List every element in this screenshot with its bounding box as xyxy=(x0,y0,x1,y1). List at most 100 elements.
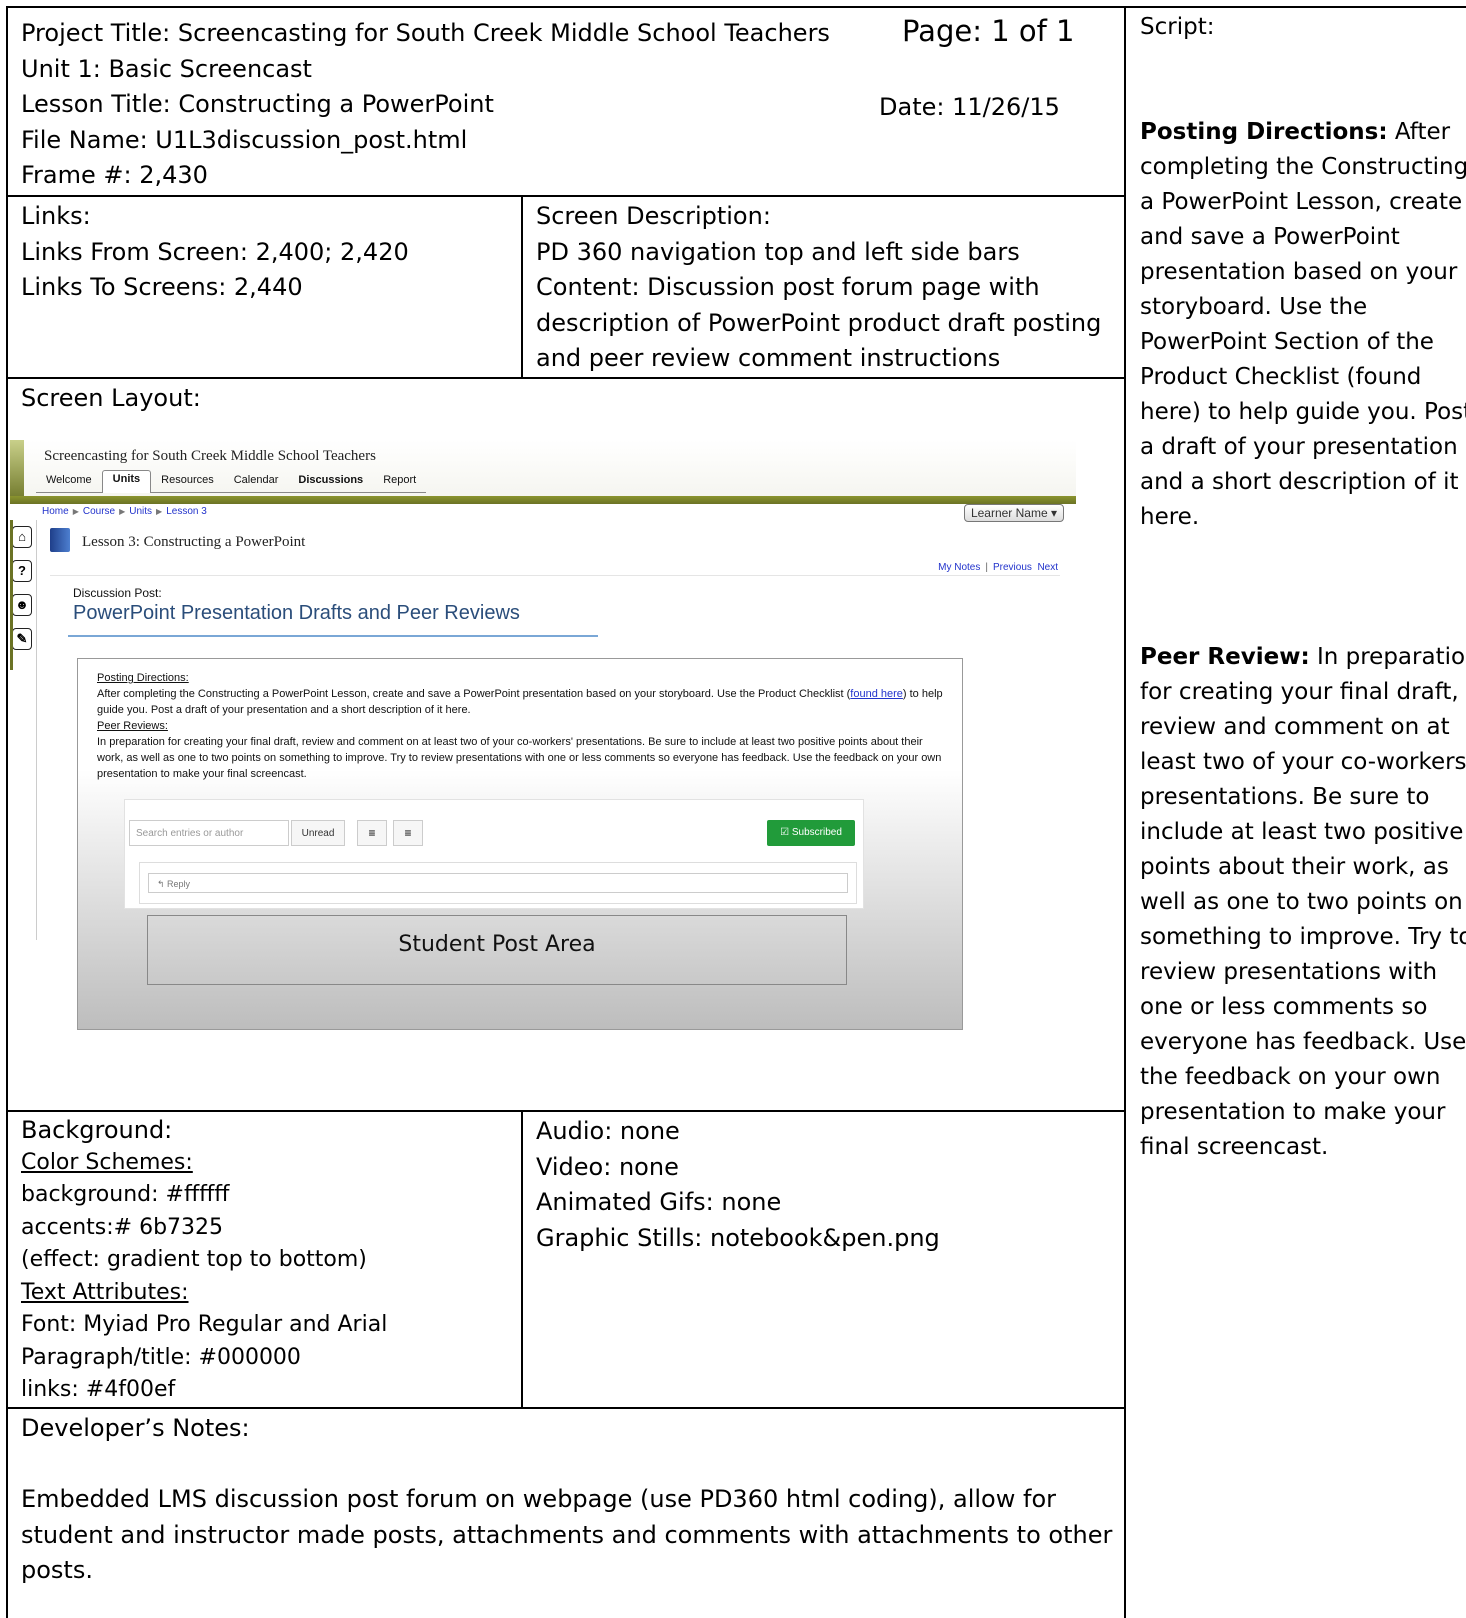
background-color: background: #ffffff xyxy=(21,1182,230,1207)
collapse-view-icon[interactable]: ≡ xyxy=(393,820,423,846)
script-line: least two of your co-workers’ xyxy=(1140,749,1466,775)
lesson-nav-links: My Notes | Previous Next xyxy=(938,562,1058,573)
script-line: presentation based on your xyxy=(1140,259,1458,285)
tab-welcome[interactable]: Welcome xyxy=(36,472,102,492)
search-input[interactable]: Search entries or author xyxy=(129,820,289,846)
tab-calendar[interactable]: Calendar xyxy=(224,472,289,492)
border-under-layout xyxy=(6,1110,1126,1112)
subscribed-button[interactable]: ☑ Subscribed xyxy=(767,820,855,846)
developer-notes-line: student and instructor made posts, attac… xyxy=(21,1520,1113,1549)
file-name: File Name: U1L3discussion_post.html xyxy=(21,125,468,154)
border-top xyxy=(6,6,1466,8)
screen-description-heading: Screen Description: xyxy=(536,202,771,230)
unit-label: Unit 1: Basic Screencast xyxy=(21,54,312,83)
reply-arrow-icon: ↰ xyxy=(157,879,168,889)
sidebar-accent-stripe xyxy=(10,520,13,670)
gradient-effect: (effect: gradient top to bottom) xyxy=(21,1247,367,1272)
screen-description-line: and peer review comment instructions xyxy=(536,344,1001,372)
script-line: for creating your final draft, xyxy=(1140,679,1459,705)
reply-box: ↰ Reply xyxy=(139,862,857,904)
my-notes-link[interactable]: My Notes xyxy=(938,562,980,573)
tab-report[interactable]: Report xyxy=(373,472,426,492)
script-line: presentations. Be sure to xyxy=(1140,784,1430,810)
accents-color: accents:# 6b7325 xyxy=(21,1214,224,1240)
subscribed-label: Subscribed xyxy=(791,827,842,838)
forum-panel: Search entries or author Unread ≡ ≡ ☑ Su… xyxy=(124,799,864,909)
gifs-label: Animated Gifs: none xyxy=(536,1188,782,1216)
breadcrumb-lesson[interactable]: Lesson 3 xyxy=(166,506,207,517)
previous-link[interactable]: Previous xyxy=(993,562,1032,573)
lesson-heading: Lesson 3: Constructing a PowerPoint xyxy=(82,534,306,550)
border-mid-media xyxy=(521,1110,523,1408)
student-post-area: Student Post Area xyxy=(147,915,847,985)
peer-review-line: Peer Review: In preparation xyxy=(1140,644,1466,670)
unread-button[interactable]: Unread xyxy=(291,820,345,846)
screen-description-line: Content: Discussion post forum page with xyxy=(536,273,1040,301)
tab-units[interactable]: Units xyxy=(101,470,152,493)
date-label: Date: 11/26/15 xyxy=(879,93,1060,121)
learner-name-dropdown[interactable]: Learner Name ▾ xyxy=(963,504,1064,522)
breadcrumb-separator-icon: ▶ xyxy=(72,507,79,516)
links-color: links: #4f00ef xyxy=(21,1377,176,1402)
mockup-accent-edge xyxy=(10,440,24,504)
notebook-icon xyxy=(50,528,70,552)
script-line: include at least two positive xyxy=(1140,819,1464,845)
video-label: Video: none xyxy=(536,1152,679,1181)
profile-icon[interactable]: ☻ xyxy=(12,594,32,616)
script-cell: Script: Posting Directions: After comple… xyxy=(1140,10,1466,1165)
forum-instructions: Posting Directions: After completing the… xyxy=(97,670,947,782)
mockup-sidebar: ⌂ ? ☻ ✎ xyxy=(10,520,32,670)
script-line: and a short description of it xyxy=(1140,469,1459,495)
script-spacer xyxy=(1140,80,1462,115)
audio-label: Audio: none xyxy=(536,1117,680,1145)
help-icon[interactable]: ? xyxy=(12,560,32,582)
posting-directions-heading: Posting Directions: xyxy=(97,672,189,684)
developer-notes-cell: Developer’s Notes: Embedded LMS discussi… xyxy=(21,1411,1121,1589)
script-spacer xyxy=(1140,570,1462,605)
border-mid-script xyxy=(1124,6,1126,1618)
reply-field[interactable]: ↰ Reply xyxy=(148,873,848,893)
breadcrumb-separator-icon: ▶ xyxy=(119,507,126,516)
screen-description-cell: Screen Description: PD 360 navigation to… xyxy=(536,199,1122,377)
script-line: points about their work, as xyxy=(1140,854,1449,880)
home-icon[interactable]: ⌂ xyxy=(12,526,32,548)
developer-notes-heading: Developer’s Notes: xyxy=(21,1414,250,1442)
screen-description-line: PD 360 navigation top and left side bars xyxy=(536,237,1020,266)
links-from: Links From Screen: 2,400; 2,420 xyxy=(21,237,409,266)
chat-icon[interactable]: ✎ xyxy=(12,628,32,650)
font-label: Font: Myiad Pro Regular and Arial xyxy=(21,1312,388,1337)
next-link[interactable]: Next xyxy=(1037,562,1058,573)
discussion-title-underline xyxy=(68,635,598,637)
page-number: Page: 1 of 1 xyxy=(902,14,1075,48)
links-cell: Links: Links From Screen: 2,400; 2,420 L… xyxy=(21,199,511,306)
mockup-nav-tabs: Welcome Units Resources Calendar Discuss… xyxy=(36,470,427,493)
discussion-forum: Posting Directions: After completing the… xyxy=(77,658,963,1030)
link-separator: | xyxy=(985,562,988,573)
discussion-label: Discussion Post: xyxy=(73,586,162,600)
border-left xyxy=(6,6,8,1618)
breadcrumb-home[interactable]: Home xyxy=(42,506,69,517)
border-under-header xyxy=(6,195,1126,197)
script-line: presentation to make your xyxy=(1140,1099,1446,1125)
script-line: a draft of your presentation xyxy=(1140,434,1458,460)
tab-resources[interactable]: Resources xyxy=(151,472,224,492)
developer-notes-line: posts. xyxy=(21,1556,93,1584)
tab-discussions[interactable]: Discussions xyxy=(288,472,373,492)
frame-number: Frame #: 2,430 xyxy=(21,161,208,189)
background-heading: Background: xyxy=(21,1116,173,1144)
found-here-link[interactable]: found here xyxy=(850,688,903,700)
script-line: everyone has feedback. Use xyxy=(1140,1029,1466,1055)
posting-directions-line: Posting Directions: After xyxy=(1140,119,1451,145)
screen-layout-heading: Screen Layout: xyxy=(21,384,201,412)
script-line: the feedback on your own xyxy=(1140,1064,1441,1090)
breadcrumb-course[interactable]: Course xyxy=(83,506,115,517)
border-mid-links xyxy=(521,195,523,378)
script-line: Product Checklist (found xyxy=(1140,364,1422,390)
mockup-green-bar xyxy=(10,496,1076,504)
color-schemes-heading: Color Schemes: xyxy=(21,1149,193,1175)
border-under-links xyxy=(6,377,1126,379)
breadcrumb-units[interactable]: Units xyxy=(129,506,152,517)
script-line: PowerPoint Section of the xyxy=(1140,329,1434,355)
expand-view-icon[interactable]: ≡ xyxy=(357,820,387,846)
links-heading: Links: xyxy=(21,202,91,230)
